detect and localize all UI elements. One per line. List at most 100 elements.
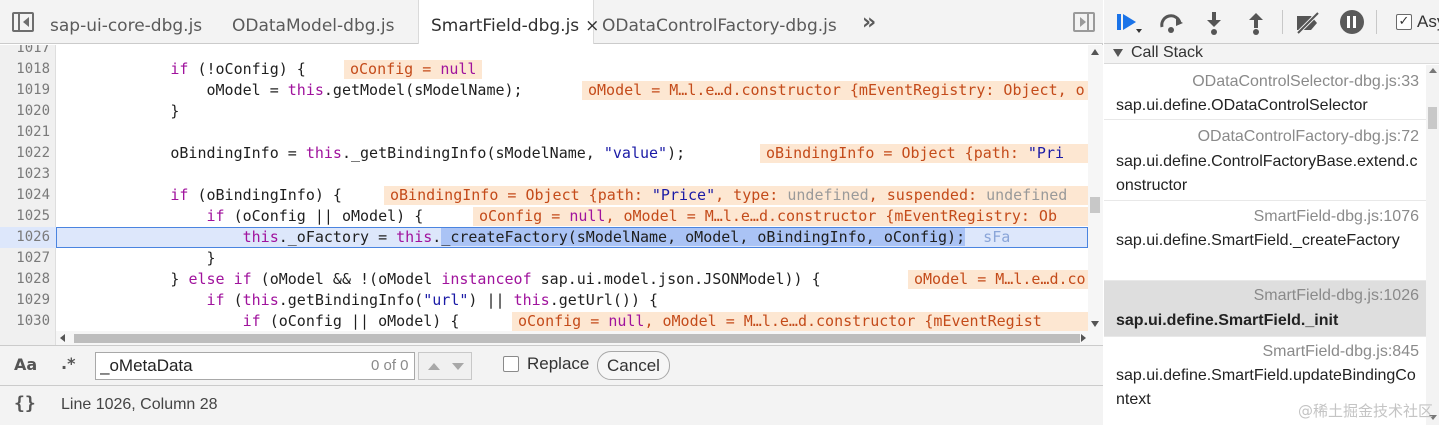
toolbar-divider — [1282, 10, 1283, 34]
toolbar-divider — [1376, 10, 1377, 34]
replace-checkbox[interactable] — [503, 356, 519, 372]
resume-icon[interactable] — [1116, 11, 1142, 35]
line-number[interactable]: 1023 — [0, 164, 50, 185]
scroll-up-icon[interactable] — [1091, 49, 1099, 55]
frame-location: ODataControlFactory-dbg.js:72 — [1197, 128, 1419, 145]
scroll-thumb[interactable] — [1428, 107, 1437, 129]
code-line: 1024 if (oBindingInfo) { oBindingInfo = … — [0, 185, 1103, 206]
vertical-scrollbar[interactable] — [1088, 45, 1103, 345]
code-line: 1021 — [0, 122, 1088, 143]
pretty-print-icon[interactable]: {} — [14, 393, 36, 414]
tab-label: sap-ui-core-dbg.js — [50, 16, 203, 36]
match-navigation — [418, 352, 472, 380]
tab-sap-ui-core-dbg[interactable]: sap-ui-core-dbg.js — [38, 0, 218, 43]
toggle-debugger-icon[interactable] — [1073, 12, 1095, 32]
frame-function: sap.ui.define.SmartField._createFactory — [1116, 232, 1400, 249]
frame-function: sap.ui.define.ControlFactoryBase.extend.… — [1116, 153, 1418, 194]
more-tabs-icon[interactable]: » — [862, 10, 876, 35]
inline-value: oModel = M…l.e…d.co — [908, 270, 1103, 289]
code-line: 1029 if (this.getBindingInfo("url") || t… — [0, 290, 1088, 311]
code-line: 1027 } — [0, 248, 1088, 269]
code-line: 1022 oBindingInfo = this._getBindingInfo… — [0, 143, 1100, 164]
scroll-thumb[interactable] — [1090, 197, 1100, 213]
code-line: 1019 oModel = this.getModel(sModelName);… — [0, 80, 1102, 101]
tab-smartfield-dbg[interactable]: SmartField-dbg.js × — [418, 0, 599, 44]
step-out-icon[interactable] — [1246, 11, 1266, 35]
frame-location: SmartField-dbg.js:1026 — [1253, 287, 1419, 304]
code-line: 1020 } — [0, 101, 1088, 122]
pause-on-exceptions-icon[interactable] — [1340, 10, 1364, 34]
scroll-left-icon[interactable] — [60, 334, 65, 342]
call-frame[interactable]: SmartField-dbg.js:1076 sap.ui.define.Sma… — [1104, 201, 1426, 281]
code-line: 1018 if (!oConfig) { oConfig = null — [0, 59, 1088, 80]
async-checkbox[interactable]: ✓ — [1396, 14, 1412, 30]
step-into-icon[interactable] — [1204, 11, 1224, 35]
collapse-triangle-icon — [1113, 49, 1123, 57]
line-number[interactable]: 1021 — [0, 122, 50, 143]
deactivate-breakpoints-icon[interactable] — [1294, 11, 1322, 35]
debugger-toolbar: ✓ Async — [1104, 0, 1439, 44]
inline-value: oConfig = null — [344, 60, 483, 79]
line-number[interactable]: 1027 — [0, 248, 50, 269]
tab-odatacontrolfactory-dbg[interactable]: ODataControlFactory-dbg.js — [590, 0, 850, 43]
line-number[interactable]: 1026 — [0, 227, 50, 248]
step-over-icon[interactable] — [1158, 11, 1186, 35]
next-match-icon[interactable] — [452, 363, 464, 370]
match-count: 0 of 0 — [371, 357, 409, 374]
watermark: @稀土掘金技术社区 — [1297, 402, 1433, 420]
line-number[interactable]: 1029 — [0, 290, 50, 311]
tab-label: SmartField-dbg.js — [431, 16, 580, 36]
call-frame[interactable]: ODataControlFactory-dbg.js:72 sap.ui.def… — [1104, 121, 1426, 201]
tab-label: ODataModel-dbg.js — [232, 16, 395, 36]
scroll-thumb[interactable] — [74, 334, 1080, 343]
code-line: 1023 — [0, 164, 1088, 185]
code-line: 1017 — [0, 45, 1088, 59]
cursor-position: Line 1026, Column 28 — [61, 396, 218, 413]
inline-value: oBindingInfo = Object {path: "Pri — [760, 144, 1100, 163]
debugger-sidebar: ✓ Async Call Stack ODataControlSelector-… — [1104, 0, 1439, 425]
code-editor[interactable]: 1017 1018 if (!oConfig) { oConfig = null… — [0, 45, 1103, 345]
scroll-up-icon[interactable] — [1429, 68, 1437, 73]
line-number[interactable]: 1017 — [0, 45, 50, 59]
inline-value: oConfig = null, oModel = M…l.e…d.constru… — [512, 312, 1102, 331]
scroll-right-icon[interactable] — [1081, 334, 1086, 342]
match-case-button[interactable]: Aa — [14, 355, 37, 374]
frame-function: sap.ui.define.SmartField._init — [1116, 312, 1339, 329]
code-line: 1030 if (oConfig || oModel) { oConfig = … — [0, 311, 1102, 332]
code-line: 1025 if (oConfig || oModel) { oConfig = … — [0, 206, 1103, 227]
line-number[interactable]: 1025 — [0, 206, 50, 227]
search-input[interactable] — [95, 352, 415, 380]
source-pane: sap-ui-core-dbg.js ODataModel-dbg.js Sma… — [0, 0, 1103, 425]
line-number[interactable]: 1024 — [0, 185, 50, 206]
line-number[interactable]: 1028 — [0, 269, 50, 290]
call-stack-scrollbar[interactable] — [1426, 65, 1439, 425]
frame-function: sap.ui.define.ODataControlSelector — [1116, 97, 1368, 114]
horizontal-scrollbar[interactable] — [56, 331, 1088, 345]
call-stack-list: ODataControlSelector-dbg.js:33 sap.ui.de… — [1104, 65, 1426, 425]
regex-button[interactable]: .* — [61, 354, 75, 373]
call-stack-header[interactable]: Call Stack — [1104, 44, 1439, 64]
frame-location: SmartField-dbg.js:1076 — [1253, 208, 1419, 225]
line-number[interactable]: 1022 — [0, 143, 50, 164]
cancel-button[interactable]: Cancel — [597, 351, 670, 380]
replace-label: Replace — [527, 354, 590, 373]
line-number[interactable]: 1018 — [0, 59, 50, 80]
toggle-navigator-icon[interactable] — [12, 12, 34, 32]
editor-tab-bar: sap-ui-core-dbg.js ODataModel-dbg.js Sma… — [0, 0, 1103, 44]
tab-odatamodel-dbg[interactable]: ODataModel-dbg.js — [220, 0, 416, 43]
search-bar: Aa .* 0 of 0 Replace Cancel — [0, 345, 1103, 385]
status-bar: {} Line 1026, Column 28 — [0, 385, 1103, 425]
async-label: Async — [1417, 12, 1439, 31]
scroll-down-icon[interactable] — [1091, 321, 1099, 327]
line-number[interactable]: 1020 — [0, 101, 50, 122]
inline-value: oConfig = null, oModel = M…l.e…d.constru… — [473, 207, 1103, 226]
inline-value: oModel = M…l.e…d.constructor {mEventRegi… — [582, 81, 1102, 100]
line-number[interactable]: 1030 — [0, 311, 50, 332]
frame-location: SmartField-dbg.js:845 — [1262, 343, 1419, 360]
call-frame-selected[interactable]: SmartField-dbg.js:1026 sap.ui.define.Sma… — [1104, 281, 1426, 337]
tab-label: ODataControlFactory-dbg.js — [602, 16, 837, 36]
line-number[interactable]: 1019 — [0, 80, 50, 101]
previous-match-icon[interactable] — [428, 363, 440, 370]
code-line: 1028 } else if (oModel && !(oModel insta… — [0, 269, 1103, 290]
call-frame[interactable]: ODataControlSelector-dbg.js:33 sap.ui.de… — [1104, 65, 1426, 120]
